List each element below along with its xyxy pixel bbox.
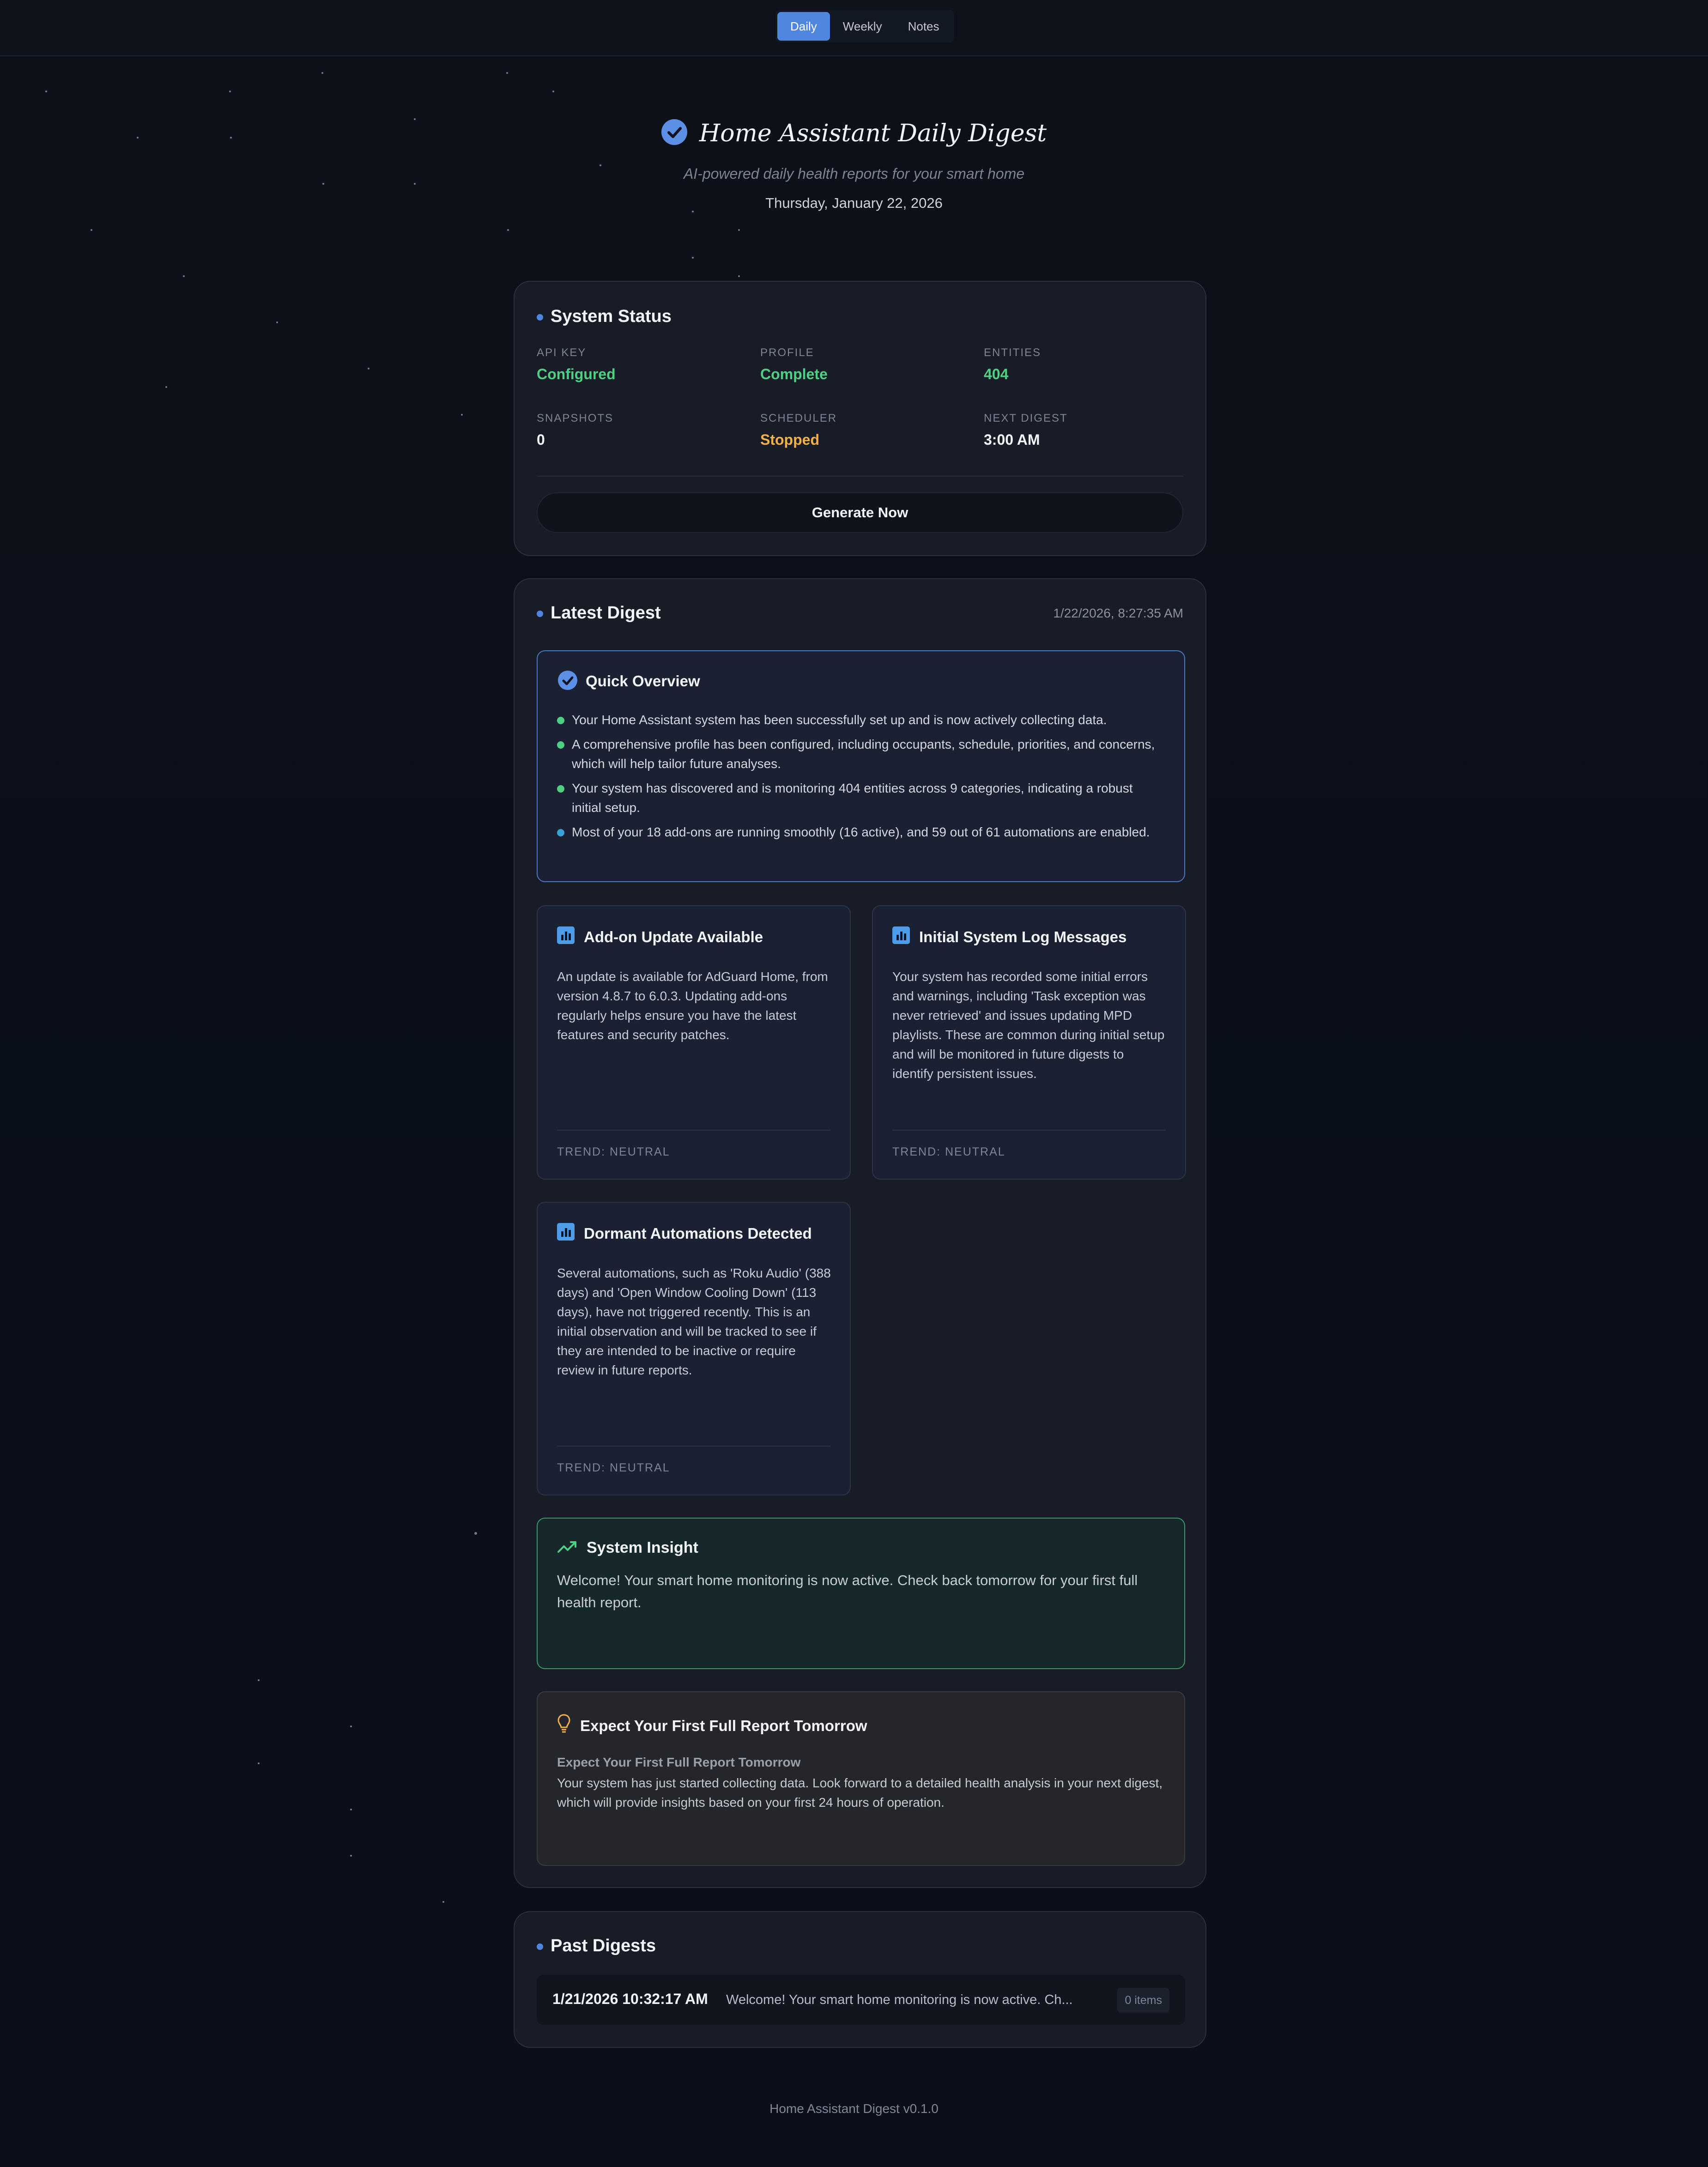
bar-chart-icon [557, 926, 575, 944]
stat-entities: ENTITIES 404 [984, 346, 1042, 382]
insight-body: Welcome! Your smart home monitoring is n… [557, 1572, 1138, 1610]
check-circle-icon [661, 119, 687, 145]
tab-weekly[interactable]: Weekly [830, 12, 895, 41]
top-nav-bar: Daily Weekly Notes [0, 0, 1708, 56]
past-digest-date: 1/21/2026 10:32:17 AM [552, 1991, 708, 2007]
finding-divider [557, 1446, 830, 1447]
latest-digest-title: Latest Digest [537, 603, 661, 623]
status-divider [537, 476, 1183, 477]
system-status-title: System Status [537, 307, 672, 327]
quick-overview-panel: Quick Overview Your Home Assistant syste… [537, 650, 1185, 882]
past-digests-card: Past Digests 1/21/2026 10:32:17 AM Welco… [514, 1911, 1206, 2048]
quick-overview-list: Your Home Assistant system has been succ… [556, 710, 1166, 847]
stat-scheduler: SCHEDULER Stopped [760, 412, 837, 448]
finding-card: Initial System Log Messages Your system … [872, 905, 1186, 1180]
quick-overview-title: Quick Overview [558, 671, 700, 690]
trend-label: TREND: NEUTRAL [557, 1145, 670, 1158]
footer-version: Home Assistant Digest v0.1.0 [769, 2101, 939, 2116]
current-date: Thursday, January 22, 2026 [765, 195, 943, 211]
bullet-icon [557, 717, 564, 724]
bar-chart-icon [557, 1223, 575, 1241]
tab-notes[interactable]: Notes [895, 12, 952, 41]
finding-card: Dormant Automations Detected Several aut… [537, 1202, 851, 1495]
system-insight-panel: System Insight Welcome! Your smart home … [537, 1518, 1185, 1669]
finding-card: Add-on Update Available An update is ava… [537, 905, 851, 1180]
finding-title: Add-on Update Available [557, 926, 763, 946]
finding-divider [892, 1130, 1166, 1131]
finding-title: Dormant Automations Detected [557, 1223, 812, 1242]
recommendation-panel: Expect Your First Full Report Tomorrow E… [537, 1691, 1185, 1866]
list-item: Your system has discovered and is monito… [556, 779, 1166, 817]
check-circle-icon [558, 671, 577, 690]
digest-timestamp: 1/22/2026, 8:27:35 AM [1053, 606, 1183, 620]
page-title: Home Assistant Daily Digest [0, 119, 1708, 147]
trend-label: TREND: NEUTRAL [557, 1461, 670, 1474]
lightbulb-icon [557, 1713, 571, 1734]
status-dot-icon [537, 1943, 543, 1950]
tab-daily[interactable]: Daily [777, 12, 830, 41]
past-digests-title: Past Digests [537, 1936, 656, 1956]
stat-next-digest: NEXT DIGEST 3:00 AM [984, 412, 1068, 448]
trend-label: TREND: NEUTRAL [892, 1145, 1005, 1158]
list-item: Your Home Assistant system has been succ… [556, 710, 1166, 730]
finding-body: An update is available for AdGuard Home,… [557, 969, 828, 1042]
status-dot-icon [537, 314, 543, 321]
stat-api-key: API KEY Configured [537, 346, 616, 382]
past-digest-row[interactable]: 1/21/2026 10:32:17 AM Welcome! Your smar… [537, 1975, 1185, 2025]
finding-title: Initial System Log Messages [892, 926, 1127, 946]
bullet-icon [557, 785, 564, 793]
generate-now-button[interactable]: Generate Now [537, 492, 1183, 533]
bullet-icon [557, 741, 564, 749]
item-count-badge: 0 items [1117, 1988, 1169, 2013]
bar-chart-icon [892, 926, 910, 944]
trending-up-icon [557, 1539, 577, 1555]
recommendation-body: Your system has just started collecting … [557, 1776, 1163, 1810]
stat-profile: PROFILE Complete [760, 346, 828, 382]
system-status-card: System Status API KEY Configured PROFILE… [514, 281, 1206, 556]
status-dot-icon [537, 610, 543, 617]
finding-body: Several automations, such as 'Roku Audio… [557, 1266, 831, 1377]
recommendation-title: Expect Your First Full Report Tomorrow [557, 1713, 867, 1735]
insight-title: System Insight [557, 1539, 698, 1557]
page-subtitle: AI-powered daily health reports for your… [683, 165, 1025, 182]
finding-body: Your system has recorded some initial er… [892, 969, 1165, 1081]
list-item: Most of your 18 add-ons are running smoo… [556, 823, 1166, 842]
finding-divider [557, 1130, 830, 1131]
latest-digest-card: Latest Digest 1/22/2026, 8:27:35 AM Quic… [514, 578, 1206, 1888]
list-item: A comprehensive profile has been configu… [556, 735, 1166, 774]
bullet-icon [557, 829, 564, 836]
stat-snapshots: SNAPSHOTS 0 [537, 412, 614, 448]
recommendation-subtitle: Expect Your First Full Report Tomorrow [557, 1755, 801, 1769]
page-title-text: Home Assistant Daily Digest [699, 120, 1047, 147]
view-tabs: Daily Weekly Notes [775, 10, 954, 42]
past-digest-summary: Welcome! Your smart home monitoring is n… [726, 1992, 1073, 2007]
